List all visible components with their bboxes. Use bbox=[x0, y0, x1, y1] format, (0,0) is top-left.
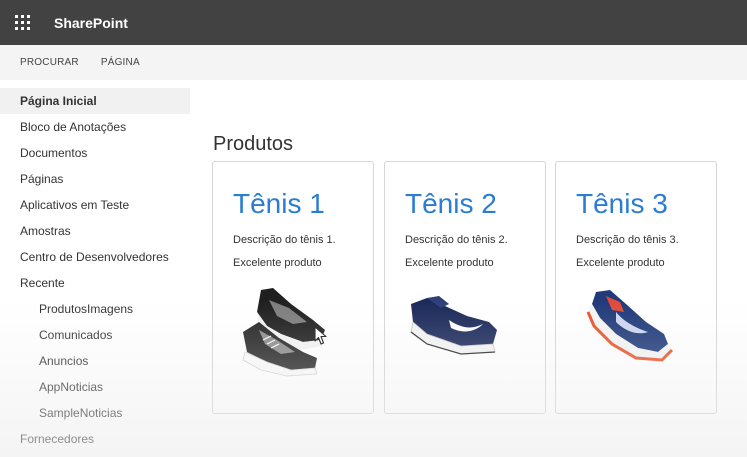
nav-subitem-appnoticias[interactable]: AppNoticias bbox=[0, 374, 190, 400]
product-card[interactable]: Tênis 1 Descrição do tênis 1. Excelente … bbox=[212, 161, 374, 414]
sneaker-navy-orange-image[interactable] bbox=[576, 282, 696, 377]
ribbon-tab-pagina[interactable]: PÁGINA bbox=[101, 57, 140, 68]
page-title: Produtos bbox=[213, 133, 294, 155]
nav-item-centro-de-desenvolvedores[interactable]: Centro de Desenvolvedores bbox=[0, 244, 190, 270]
nav-subitem-samplenoticias[interactable]: SampleNoticias bbox=[0, 400, 190, 426]
ribbon-tab-procurar[interactable]: PROCURAR bbox=[20, 57, 79, 68]
nav-subitem-comunicados[interactable]: Comunicados bbox=[0, 322, 190, 348]
nav-item-aplicativos-em-teste[interactable]: Aplicativos em Teste bbox=[0, 192, 190, 218]
ribbon: PROCURAR PÁGINA bbox=[0, 45, 747, 80]
product-card[interactable]: Tênis 2 Descrição do tênis 2. Excelente … bbox=[384, 161, 546, 414]
product-title[interactable]: Tênis 3 bbox=[576, 188, 668, 220]
nav-item-bloco-de-anotacoes[interactable]: Bloco de Anotações bbox=[0, 114, 190, 140]
waffle-icon bbox=[14, 15, 30, 30]
app-launcher-button[interactable] bbox=[0, 0, 44, 45]
nav-item-paginas[interactable]: Páginas bbox=[0, 166, 190, 192]
suite-bar: SharePoint bbox=[0, 0, 747, 45]
brand-title[interactable]: SharePoint bbox=[54, 15, 128, 31]
nav-subitem-produtosimagens[interactable]: ProdutosImagens bbox=[0, 296, 190, 322]
product-title[interactable]: Tênis 1 bbox=[233, 188, 325, 220]
nav-item-pagina-inicial[interactable]: Página Inicial bbox=[0, 88, 190, 114]
product-quality: Excelente produto bbox=[576, 257, 665, 269]
product-title[interactable]: Tênis 2 bbox=[405, 188, 497, 220]
quick-launch-nav: Página Inicial Bloco de Anotações Docume… bbox=[0, 88, 190, 452]
nav-item-documentos[interactable]: Documentos bbox=[0, 140, 190, 166]
product-card[interactable]: Tênis 3 Descrição do tênis 3. Excelente … bbox=[555, 161, 717, 414]
nav-subitem-anuncios[interactable]: Anuncios bbox=[0, 348, 190, 374]
nav-item-recente[interactable]: Recente bbox=[0, 270, 190, 296]
sneaker-navy-white-image[interactable] bbox=[405, 282, 525, 377]
nav-item-fornecedores[interactable]: Fornecedores bbox=[0, 426, 190, 452]
mouse-cursor-icon bbox=[314, 326, 327, 345]
product-description: Descrição do tênis 3. bbox=[576, 234, 679, 246]
nav-item-amostras[interactable]: Amostras bbox=[0, 218, 190, 244]
product-description: Descrição do tênis 2. bbox=[405, 234, 508, 246]
product-description: Descrição do tênis 1. bbox=[233, 234, 336, 246]
product-quality: Excelente produto bbox=[233, 257, 322, 269]
product-quality: Excelente produto bbox=[405, 257, 494, 269]
sneaker-black-grey-image[interactable] bbox=[233, 282, 353, 377]
